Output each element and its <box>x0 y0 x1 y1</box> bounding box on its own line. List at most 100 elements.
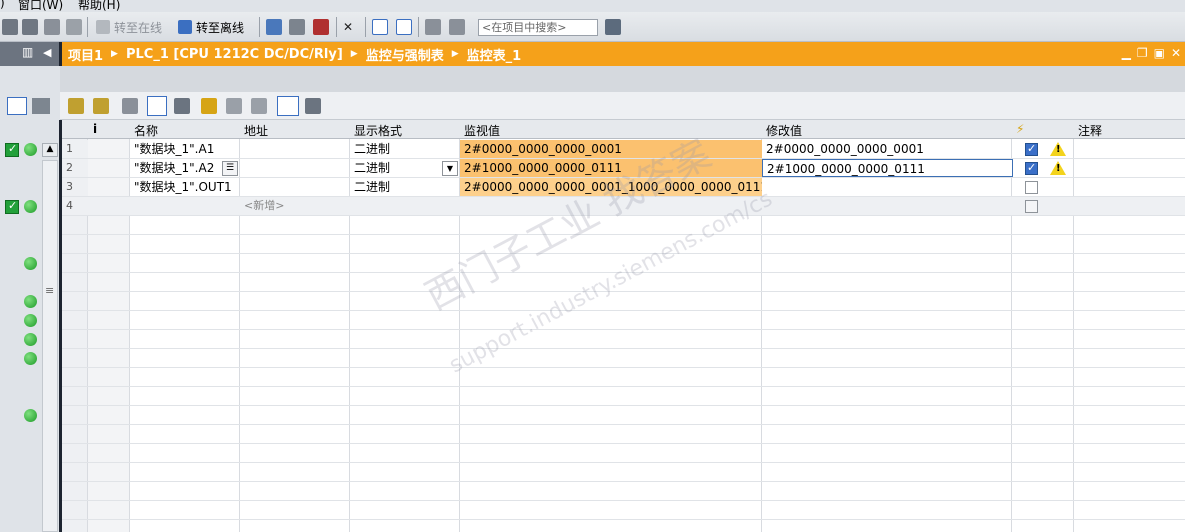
add-new-row[interactable]: <新增> <box>240 197 350 215</box>
row-modify-value-input[interactable]: 2#1000_0000_0000_0111 <box>762 159 1013 177</box>
maximize-window-icon[interactable]: ▣ <box>1154 46 1165 60</box>
toolbar-separator <box>87 17 88 37</box>
insert-row-icon[interactable] <box>68 98 84 114</box>
header-display-format[interactable]: 显示格式 <box>354 122 402 139</box>
restore-window-icon[interactable]: ❐ <box>1137 46 1148 60</box>
editor-gray-band <box>0 66 1185 92</box>
row-name[interactable]: "数据块_1".A2 <box>130 159 218 177</box>
modify-now-icon[interactable] <box>201 98 217 117</box>
warning-icon <box>1050 161 1066 175</box>
empty-row <box>62 444 1185 463</box>
breadcrumb-folder[interactable]: 监控与强制表 <box>366 45 444 64</box>
collapse-left-icon[interactable]: ◀ <box>43 46 51 59</box>
split-horizontal-icon[interactable] <box>372 18 388 36</box>
tree-scrollbar[interactable] <box>42 160 58 532</box>
go-offline-label: 转至离线 <box>196 20 245 35</box>
toolbar-separator <box>418 17 419 37</box>
compile-icon[interactable] <box>66 18 82 36</box>
empty-row <box>62 482 1185 501</box>
modify-with-trigger-icon[interactable] <box>226 98 242 117</box>
warning-icon <box>1050 142 1066 156</box>
table-row[interactable]: 1 "数据块_1".A1 二进制 2#0000_0000_0000_0001 2… <box>62 140 1185 159</box>
modify-checkbox[interactable] <box>1025 142 1038 156</box>
status-green-dot-icon <box>24 333 37 346</box>
list-view-icon[interactable] <box>7 97 27 115</box>
row-name[interactable]: "数据块_1".A1 <box>130 140 240 158</box>
row-number: 3 <box>62 178 88 196</box>
breadcrumb-plc[interactable]: PLC_1 [CPU 1212C DC/DC/Rly] <box>126 47 343 62</box>
editor-title-bar: 项目1 ▶ PLC_1 [CPU 1212C DC/DC/Rly] ▶ 监控与强… <box>62 42 1185 66</box>
breadcrumb-table[interactable]: 监控表_1 <box>467 45 522 64</box>
close-window-icon[interactable]: ✕ <box>1171 46 1181 60</box>
close-x-icon[interactable]: ✕ <box>343 18 353 36</box>
format-dropdown-chevron-down-icon[interactable]: ▼ <box>442 161 458 176</box>
breadcrumb-project[interactable]: 项目1 <box>68 45 103 64</box>
project-search-input[interactable]: <在项目中搜索> <box>478 19 598 36</box>
upload-icon[interactable] <box>22 18 38 36</box>
go-offline-button[interactable]: 转至离线 <box>178 18 244 36</box>
go-online-button[interactable]: 转至在线 <box>96 18 162 36</box>
row-modify-value[interactable]: 2#0000_0000_0000_0001 <box>762 140 1012 158</box>
empty-row <box>62 406 1185 425</box>
row-format[interactable]: 二进制 <box>350 140 460 158</box>
menu-window[interactable]: 窗口(W) <box>18 0 63 12</box>
row-name[interactable]: "数据块_1".OUT1 <box>130 178 240 196</box>
window-controls: ▁ ❐ ▣ ✕ <box>1122 46 1181 60</box>
empty-row <box>62 425 1185 444</box>
accessible-devices-icon[interactable] <box>266 18 282 36</box>
row-modify-value[interactable] <box>762 178 1012 196</box>
menu-paren: ) <box>0 0 5 10</box>
status-ok-check-icon <box>5 199 19 214</box>
header-name[interactable]: 名称 <box>134 122 158 139</box>
status-ok-check-icon <box>5 142 19 157</box>
stop-cpu-icon[interactable] <box>313 18 329 36</box>
row-format[interactable]: 二进制 <box>350 178 460 196</box>
enable-outputs-icon[interactable] <box>251 98 267 117</box>
table-row[interactable]: 2 "数据块_1".A2 ☰ 二进制 ▼ 2#1000_0000_0000_01… <box>62 159 1185 178</box>
split-vertical-icon[interactable] <box>396 18 412 36</box>
row-number: 2 <box>62 159 88 177</box>
status-green-dot-icon <box>24 409 37 422</box>
search-go-icon[interactable] <box>605 18 621 36</box>
table-row[interactable]: 4 <新增> <box>62 197 1185 216</box>
modify-checkbox[interactable] <box>1025 181 1038 194</box>
minimize-icon[interactable] <box>449 18 465 36</box>
monitor-all-icon[interactable] <box>277 96 299 116</box>
header-modify-value[interactable]: 修改值 <box>766 122 802 139</box>
show-advanced-columns-icon[interactable] <box>174 98 190 117</box>
device-view-icon[interactable] <box>32 98 50 114</box>
go-online-icon <box>96 20 110 34</box>
tag-browse-icon[interactable]: ☰ <box>222 161 238 176</box>
add-row-icon[interactable] <box>93 98 109 117</box>
header-comment[interactable]: 注释 <box>1078 122 1102 139</box>
modify-checkbox[interactable] <box>1025 161 1038 175</box>
scroll-up-icon[interactable]: ▲ <box>42 143 58 157</box>
menu-help[interactable]: 帮助(H) <box>78 0 120 12</box>
toolbar-separator <box>336 17 337 37</box>
row-monitor-value: 2#1000_0000_0000_0111 <box>460 159 762 177</box>
status-green-dot-icon <box>24 295 37 308</box>
download-icon[interactable] <box>2 18 18 36</box>
minimize-window-icon[interactable]: ▁ <box>1122 46 1131 60</box>
maximize-icon[interactable] <box>425 18 441 36</box>
table-header: i 名称 地址 显示格式 监视值 修改值 ⚡ 注释 <box>62 120 1185 139</box>
insert-comment-icon[interactable] <box>122 98 138 117</box>
row-monitor-value: 2#0000_0000_0000_0001_1000_0000_0000_011… <box>460 178 762 196</box>
header-monitor-value[interactable]: 监视值 <box>464 122 500 139</box>
empty-row <box>62 311 1185 330</box>
status-green-dot-icon <box>24 200 37 213</box>
panel-toggle-icon[interactable]: ▥ <box>22 45 33 59</box>
start-simulation-icon[interactable] <box>289 18 305 36</box>
breadcrumb-arrow-icon: ▶ <box>350 49 358 59</box>
monitor-once-icon[interactable] <box>305 98 321 117</box>
modify-checkbox[interactable] <box>1025 200 1038 213</box>
breadcrumb-arrow-icon: ▶ <box>111 49 118 59</box>
table-row[interactable]: 3 "数据块_1".OUT1 二进制 2#0000_0000_0000_0001… <box>62 178 1185 197</box>
status-green-dot-icon <box>24 352 37 365</box>
device-icon[interactable] <box>44 18 60 36</box>
empty-row <box>62 463 1185 482</box>
show-modify-columns-icon[interactable] <box>147 96 167 116</box>
header-address[interactable]: 地址 <box>244 122 268 139</box>
toolbar-separator <box>365 17 366 37</box>
empty-row <box>62 501 1185 520</box>
